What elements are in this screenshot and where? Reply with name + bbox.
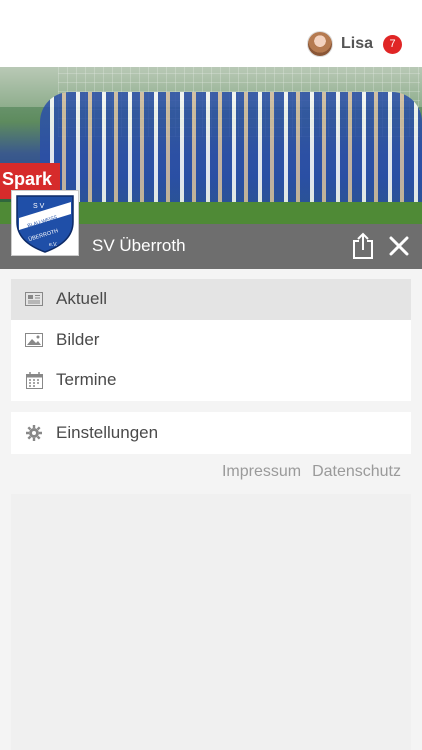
content-area xyxy=(11,494,411,750)
share-icon xyxy=(353,232,373,259)
image-icon xyxy=(25,331,43,349)
top-bar: Lisa 7 xyxy=(0,0,422,67)
calendar-icon xyxy=(25,371,43,389)
menu-item-bilder[interactable]: Bilder xyxy=(11,320,411,361)
newspaper-icon xyxy=(25,290,43,308)
settings-menu: Einstellungen xyxy=(11,412,411,454)
share-button[interactable] xyxy=(350,232,376,260)
user-name[interactable]: Lisa xyxy=(341,35,373,53)
menu-item-label: Bilder xyxy=(56,329,100,349)
avatar[interactable] xyxy=(306,31,333,57)
close-button[interactable] xyxy=(386,233,412,259)
menu-item-label: Termine xyxy=(56,370,117,390)
club-name: SV Überroth xyxy=(92,236,186,255)
gear-icon xyxy=(25,424,43,442)
user-menu[interactable]: Lisa 7 xyxy=(306,30,402,58)
menu-item-termine[interactable]: Termine xyxy=(11,360,411,401)
crest-text-ev: e.V. xyxy=(49,242,57,248)
close-icon xyxy=(389,236,409,256)
photo-team-group xyxy=(40,92,422,207)
menu-item-aktuell[interactable]: Aktuell xyxy=(11,279,411,320)
footer-links: Impressum Datenschutz xyxy=(222,463,401,481)
datenschutz-link[interactable]: Datenschutz xyxy=(312,463,401,481)
main-menu: Aktuell Bilder Termine xyxy=(11,279,411,401)
notification-badge[interactable]: 7 xyxy=(383,34,402,54)
impressum-link[interactable]: Impressum xyxy=(222,463,301,481)
menu-item-label: Einstellungen xyxy=(56,423,159,442)
menu-item-label: Aktuell xyxy=(56,289,108,309)
crest-text-sv: S V xyxy=(33,203,45,210)
club-logo: S V BLAU-WEISS ÜBERROTH e.V. xyxy=(11,190,79,256)
menu-item-einstellungen[interactable]: Einstellungen xyxy=(11,412,411,454)
club-crest-icon: S V BLAU-WEISS ÜBERROTH e.V. xyxy=(16,195,74,253)
